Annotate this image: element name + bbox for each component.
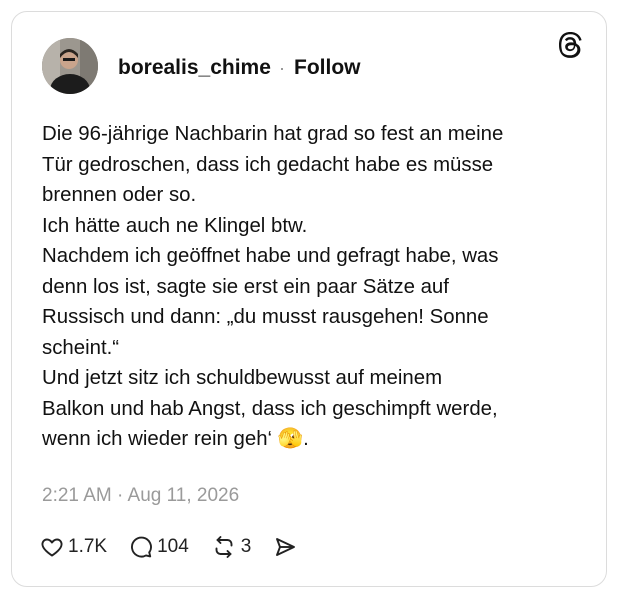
post-line: Nachdem ich geöffnet habe und gefragt ha…: [42, 245, 499, 267]
username[interactable]: borealis_chime: [118, 56, 271, 80]
post-line: wenn ich wieder rein geh‘ 🫣.: [42, 428, 309, 450]
repost-count: 3: [240, 536, 252, 557]
post-line: denn los ist, sagte sie erst ein paar Sä…: [42, 275, 449, 298]
repost-button[interactable]: 3: [211, 535, 252, 559]
post-body: Die 96-jährige Nachbarin hat grad so fes…: [42, 119, 587, 455]
separator-dot: ·: [279, 58, 285, 78]
post-line: Ich hätte auch ne Klingel btw.: [42, 214, 308, 237]
avatar[interactable]: [42, 38, 98, 94]
post-line: Die 96-jährige Nachbarin hat grad so fes…: [42, 123, 504, 145]
post-line: brennen oder so.: [42, 184, 197, 206]
share-button[interactable]: [273, 535, 297, 559]
post-line: Balkon und hab Angst, dass ich geschimpf…: [42, 397, 498, 420]
post-line: Tür gedroschen, dass ich gedacht habe es…: [42, 153, 494, 176]
post-line: scheint.“: [42, 336, 120, 359]
send-icon: [273, 535, 297, 559]
threads-logo-icon[interactable]: [558, 32, 584, 58]
reply-count: 104: [157, 536, 189, 557]
repost-icon: [211, 535, 237, 559]
follow-button[interactable]: Follow: [294, 56, 361, 80]
action-bar: 1.7K 104 3: [40, 534, 319, 560]
post-line: Russisch und dann: „du musst rausgehen! …: [42, 306, 489, 328]
heart-icon: [40, 535, 64, 559]
threads-post-card: borealis_chime · Follow Die 96-jährige N…: [11, 11, 607, 587]
speech-bubble-icon: [129, 535, 153, 559]
post-line: Und jetzt sitz ich schuldbewusst auf mei…: [42, 367, 443, 389]
reply-button[interactable]: 104: [129, 535, 189, 559]
post-timestamp[interactable]: 2:21 AM · Aug 11, 2026: [42, 484, 239, 508]
like-button[interactable]: 1.7K: [40, 535, 107, 559]
like-count: 1.7K: [68, 536, 108, 557]
